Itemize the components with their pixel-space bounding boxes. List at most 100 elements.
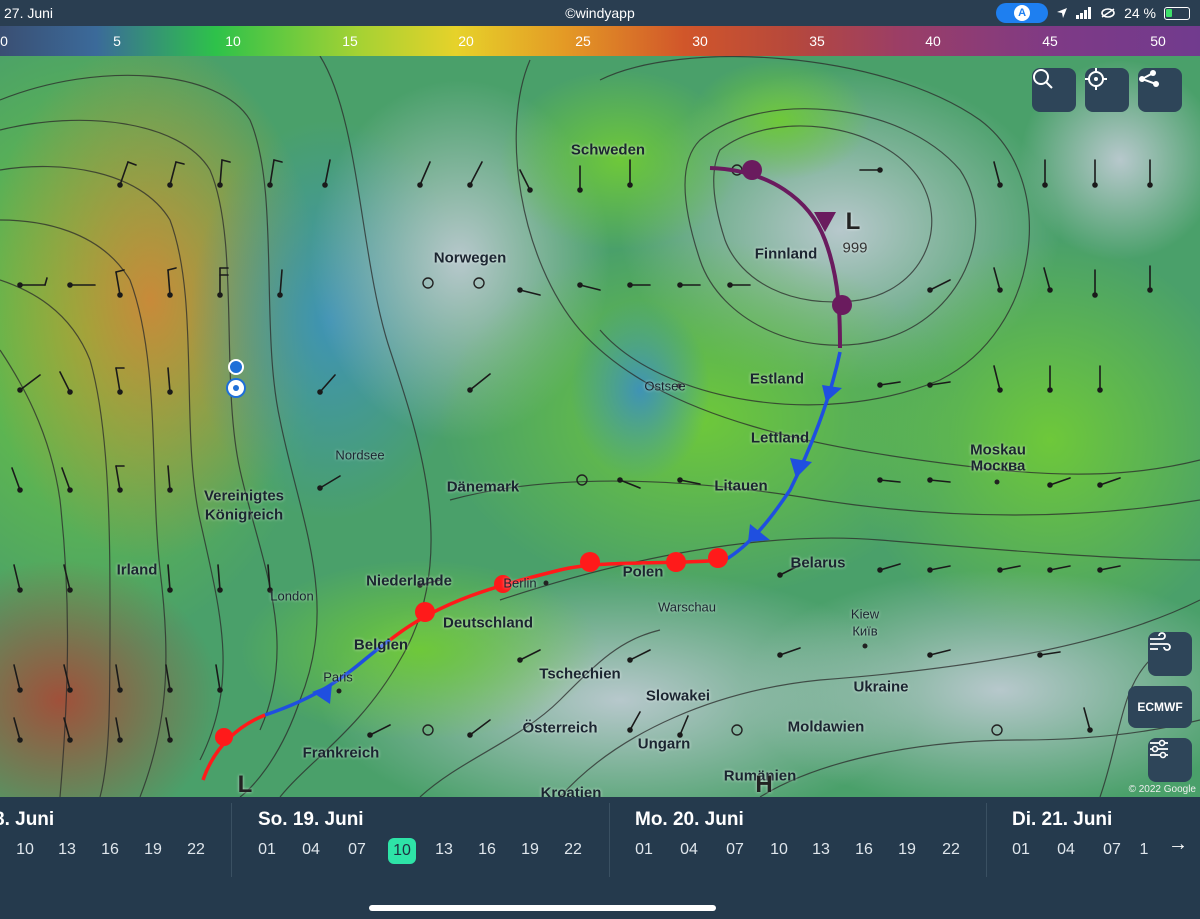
hour-item[interactable]: 19	[890, 841, 924, 859]
home-indicator[interactable]	[369, 905, 716, 911]
battery-icon	[1164, 6, 1190, 20]
hour-item-selected[interactable]: 10	[388, 838, 416, 864]
label-moldawien: Moldawien	[787, 718, 865, 736]
label-niederlande: Niederlande	[366, 572, 452, 590]
label-estland: Estland	[749, 370, 805, 388]
settings-button[interactable]	[1148, 738, 1192, 782]
warm-front-bump	[215, 728, 233, 746]
hour-item[interactable]: 07	[1095, 841, 1129, 859]
route-button[interactable]	[1138, 68, 1182, 112]
day-group: 8. Juni 10 13 16 19 22	[0, 797, 230, 877]
label-kiew-ua: Київ	[852, 623, 878, 639]
weather-map[interactable]: Schweden Norwegen Finnland Estland Lettl…	[0, 56, 1200, 797]
locate-button[interactable]	[1085, 68, 1129, 112]
next-arrow-icon[interactable]: →	[1168, 833, 1188, 856]
scale-tick: 25	[575, 33, 591, 49]
hour-item[interactable]: 19	[513, 841, 547, 859]
day-separator	[609, 803, 610, 877]
day-name: Di. 21. Juni	[1012, 809, 1113, 830]
scale-tick: 30	[692, 33, 708, 49]
label-kiew: Kiew	[850, 606, 880, 622]
hour-item[interactable]: 1	[1136, 841, 1152, 859]
hour-item[interactable]: 19	[136, 841, 170, 859]
route-icon	[1139, 70, 1159, 87]
label-litauen: Litauen	[714, 477, 768, 495]
label-belarus: Belarus	[790, 554, 846, 572]
label-irland: Irland	[116, 561, 158, 579]
label-kroatien: Kroatien	[540, 784, 602, 798]
hour-item[interactable]: 01	[1004, 841, 1038, 859]
search-button[interactable]	[1032, 68, 1076, 112]
model-button[interactable]: ECMWF	[1128, 686, 1192, 728]
hour-item[interactable]: 04	[294, 841, 328, 859]
pressure-value: 999	[842, 239, 868, 257]
hour-item[interactable]: 07	[340, 841, 374, 859]
warm-front-bump	[666, 552, 686, 572]
hour-item[interactable]: 16	[847, 841, 881, 859]
label-lettland: Lettland	[750, 429, 810, 447]
hour-item[interactable]: 13	[804, 841, 838, 859]
hour-item[interactable]: 22	[179, 841, 213, 859]
scale-tick: 15	[342, 33, 358, 49]
label-norwegen: Norwegen	[433, 249, 507, 267]
high-pressure-symbol: H	[755, 771, 773, 797]
map-copyright: © 2022 Google	[1128, 784, 1196, 795]
hour-item[interactable]: 01	[250, 841, 284, 859]
label-moskau-ru: Москва	[970, 457, 1026, 475]
hour-item[interactable]: 13	[427, 841, 461, 859]
home-indicator-area	[0, 884, 1200, 919]
label-ungarn: Ungarn	[637, 735, 691, 753]
scale-tick: 0	[0, 33, 8, 49]
label-slowakei: Slowakei	[645, 687, 711, 705]
label-daenemark: Dänemark	[446, 478, 520, 496]
label-oesterreich: Österreich	[522, 719, 598, 737]
wind-icon	[1150, 632, 1171, 651]
label-ukraine: Ukraine	[853, 678, 909, 696]
label-ostsee: Ostsee	[644, 378, 686, 394]
day-name: 8. Juni	[0, 809, 55, 830]
label-london: London	[270, 588, 314, 604]
hour-item[interactable]: 13	[50, 841, 84, 859]
label-moskau: Moskau	[970, 441, 1026, 459]
warm-front-bump	[415, 602, 435, 622]
hour-item[interactable]: 22	[934, 841, 968, 859]
hour-item[interactable]: 07	[718, 841, 752, 859]
status-icons: A 24 %	[996, 3, 1190, 23]
day-separator	[231, 803, 232, 877]
label-nordsee: Nordsee	[335, 447, 385, 463]
occluded-front-bump	[832, 295, 852, 315]
label-deutschland: Deutschland	[442, 614, 534, 632]
scale-tick: 40	[925, 33, 941, 49]
occluded-front-bump	[742, 160, 762, 180]
hour-item[interactable]: 10	[8, 841, 42, 859]
hour-item[interactable]: 04	[1049, 841, 1083, 859]
status-bar: 27. Juni ©windyapp A 24 %	[0, 0, 1200, 26]
hour-item[interactable]: 10	[762, 841, 796, 859]
hour-item[interactable]: 16	[93, 841, 127, 859]
wind-speed-scale: 0 5 10 15 20 25 30 35 40 45 50	[0, 26, 1200, 56]
day-group: Di. 21. Juni 01 04 07 1	[1004, 797, 1174, 877]
navigation-pill: A	[996, 3, 1049, 23]
label-berlin: Berlin	[503, 575, 537, 591]
hour-item[interactable]: 01	[627, 841, 661, 859]
wind-layer-button[interactable]	[1148, 632, 1192, 676]
label-tschechien: Tschechien	[539, 665, 621, 683]
label-warschau: Warschau	[657, 599, 717, 615]
timeline[interactable]: 8. Juni 10 13 16 19 22 So. 19. Juni 01 0…	[0, 797, 1200, 884]
map-canvas	[0, 56, 1200, 797]
hour-item[interactable]: 22	[556, 841, 590, 859]
day-group: So. 19. Juni 01 04 07 10 13 16 19 22	[250, 797, 610, 877]
link-icon	[1101, 8, 1115, 18]
wind-field	[690, 60, 870, 180]
hour-item[interactable]: 16	[470, 841, 504, 859]
crosshair-icon	[1085, 68, 1107, 90]
scale-tick: 20	[458, 33, 474, 49]
warm-front-bump	[580, 552, 600, 572]
label-frankreich: Frankreich	[302, 744, 380, 762]
low-pressure-symbol: L	[237, 771, 253, 797]
day-separator	[986, 803, 987, 877]
label-schweden: Schweden	[570, 141, 646, 159]
sliders-icon	[1150, 739, 1168, 759]
hour-item[interactable]: 04	[672, 841, 706, 859]
warm-front-bump	[708, 548, 728, 568]
